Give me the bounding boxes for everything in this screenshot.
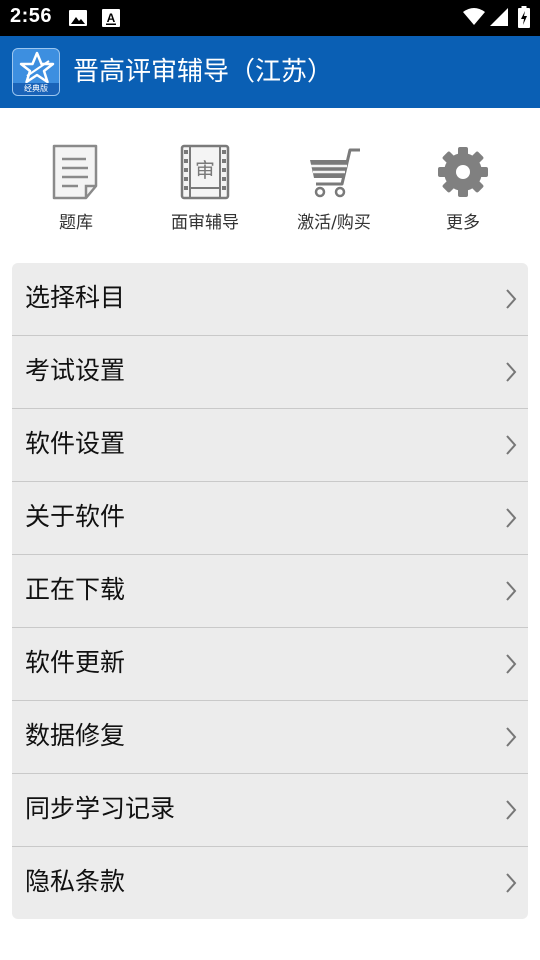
chevron-right-icon bbox=[504, 288, 518, 310]
battery-charging-icon bbox=[518, 6, 530, 32]
gear-icon bbox=[433, 142, 493, 202]
app-logo: 经典版 bbox=[12, 48, 60, 96]
menu-item-software-update[interactable]: 软件更新 bbox=[12, 628, 528, 701]
chevron-right-icon bbox=[504, 507, 518, 529]
quick-actions: 题库 审 面审辅导 激活/购买 更多 bbox=[0, 140, 540, 240]
shopping-cart-icon bbox=[304, 142, 364, 202]
film-review-icon-text: 审 bbox=[195, 158, 215, 182]
status-bar: 2:56 A bbox=[0, 0, 540, 36]
settings-menu: 选择科目 考试设置 软件设置 关于软件 正在下载 软件更新 数据修复 同步学习记… bbox=[12, 263, 528, 919]
page-title: 晋高评审辅导（江苏） bbox=[73, 57, 334, 87]
quick-action-label: 面审辅导 bbox=[171, 213, 239, 233]
chevron-right-icon bbox=[504, 361, 518, 383]
menu-item-privacy[interactable]: 隐私条款 bbox=[12, 847, 528, 919]
menu-item-software-settings[interactable]: 软件设置 bbox=[12, 409, 528, 482]
app-logo-tag: 经典版 bbox=[13, 83, 59, 95]
signal-icon bbox=[490, 8, 508, 30]
menu-item-label: 关于软件 bbox=[25, 502, 126, 531]
menu-item-downloading[interactable]: 正在下载 bbox=[12, 555, 528, 628]
chevron-right-icon bbox=[504, 653, 518, 675]
keyboard-a-letter: A bbox=[107, 11, 116, 25]
menu-item-label: 同步学习记录 bbox=[25, 794, 176, 823]
keyboard-a-icon: A bbox=[102, 9, 120, 31]
chevron-right-icon bbox=[504, 726, 518, 748]
app-bar: 经典版 晋高评审辅导（江苏） bbox=[0, 36, 540, 108]
quick-action-label: 题库 bbox=[59, 213, 93, 233]
menu-item-label: 正在下载 bbox=[25, 575, 126, 604]
status-time: 2:56 bbox=[10, 5, 53, 27]
quick-action-label: 更多 bbox=[446, 213, 480, 233]
chevron-right-icon bbox=[504, 434, 518, 456]
menu-item-data-repair[interactable]: 数据修复 bbox=[12, 701, 528, 774]
chevron-right-icon bbox=[504, 580, 518, 602]
wifi-icon bbox=[463, 8, 485, 30]
chevron-right-icon bbox=[504, 799, 518, 821]
menu-item-select-subject[interactable]: 选择科目 bbox=[12, 263, 528, 336]
menu-item-label: 数据修复 bbox=[25, 721, 126, 750]
menu-item-exam-settings[interactable]: 考试设置 bbox=[12, 336, 528, 409]
quick-action-question-bank[interactable]: 题库 bbox=[11, 140, 141, 236]
document-icon bbox=[46, 142, 106, 202]
film-review-icon: 审 bbox=[175, 142, 235, 202]
quick-action-more[interactable]: 更多 bbox=[398, 140, 528, 236]
image-icon bbox=[69, 10, 87, 30]
menu-item-label: 软件设置 bbox=[25, 429, 126, 458]
menu-item-label: 考试设置 bbox=[25, 356, 126, 385]
quick-action-activate-buy[interactable]: 激活/购买 bbox=[269, 140, 399, 236]
menu-item-about[interactable]: 关于软件 bbox=[12, 482, 528, 555]
quick-action-interview[interactable]: 审 面审辅导 bbox=[140, 140, 270, 236]
chevron-right-icon bbox=[504, 872, 518, 894]
quick-action-label: 激活/购买 bbox=[297, 213, 371, 233]
menu-item-label: 软件更新 bbox=[25, 648, 126, 677]
menu-item-sync-records[interactable]: 同步学习记录 bbox=[12, 774, 528, 847]
menu-item-label: 隐私条款 bbox=[25, 867, 126, 896]
menu-item-label: 选择科目 bbox=[25, 283, 126, 312]
